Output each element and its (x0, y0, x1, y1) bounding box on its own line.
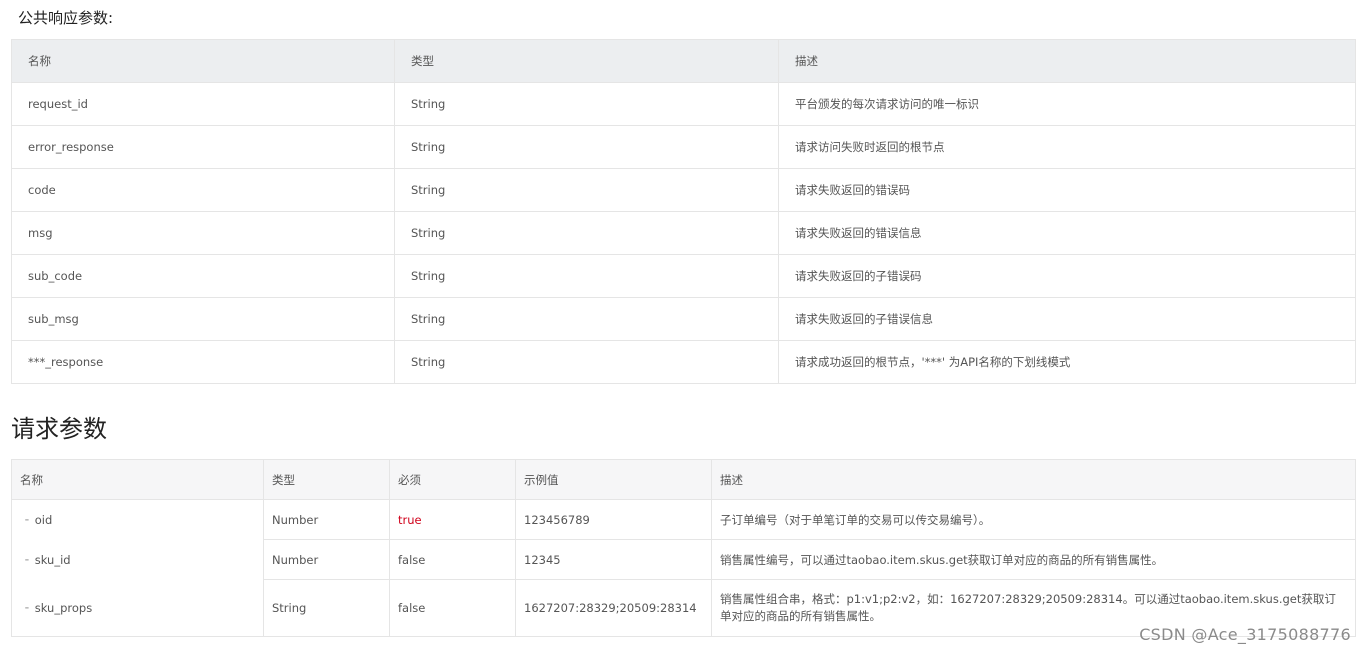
param-required: false (389, 539, 516, 580)
param-example: 1627207:28329;20509:28314 (515, 579, 712, 637)
param-description: 请求访问失败时返回的根节点 (778, 125, 1356, 169)
param-description: 请求失败返回的子错误码 (778, 254, 1356, 298)
param-name: msg (11, 211, 395, 255)
tree-branch-icon: ⁃ (24, 553, 30, 567)
table-row: request_id String 平台颁发的每次请求访问的唯一标识 (11, 82, 1356, 126)
param-name-column: ⁃ oid ⁃ sku_id ⁃ sku_props (11, 499, 264, 637)
column-header-type: 类型 (263, 459, 390, 500)
watermark: CSDN @Ace_3175088776 (1139, 625, 1351, 644)
param-name-sku-props: ⁃ sku_props (24, 601, 92, 615)
request-params-table: 名称 类型 必须 示例值 描述 ⁃ oid ⁃ sku_id ⁃ sku_props … (11, 459, 1356, 637)
param-name: sub_msg (11, 297, 395, 341)
param-name: code (11, 168, 395, 212)
column-header-example: 示例值 (515, 459, 712, 500)
param-type: String (394, 340, 779, 384)
param-description: 请求成功返回的根节点，'***' 为API名称的下划线模式 (778, 340, 1356, 384)
param-type: String (394, 82, 779, 126)
param-name: request_id (11, 82, 395, 126)
param-type: String (394, 168, 779, 212)
param-type: String (394, 125, 779, 169)
column-header-required: 必须 (389, 459, 516, 500)
param-type: String (394, 254, 779, 298)
table-header-row: 名称 类型 必须 示例值 描述 (11, 459, 1356, 500)
table-row: sub_msg String 请求失败返回的子错误信息 (11, 297, 1356, 341)
param-type: String (263, 579, 390, 637)
param-name-sku-id: ⁃ sku_id (24, 553, 71, 567)
param-description: 平台颁发的每次请求访问的唯一标识 (778, 82, 1356, 126)
table-row: sub_code String 请求失败返回的子错误码 (11, 254, 1356, 298)
param-name-oid: ⁃ oid (24, 513, 52, 527)
param-description: 销售属性编号，可以通过taobao.item.skus.get获取订单对应的商品… (711, 539, 1356, 580)
param-type: Number (263, 499, 390, 540)
column-header-name: 名称 (11, 459, 264, 500)
column-header-type: 类型 (394, 39, 779, 83)
param-required: false (389, 579, 516, 637)
tree-branch-icon: ⁃ (24, 513, 30, 527)
table-row: msg String 请求失败返回的错误信息 (11, 211, 1356, 255)
param-name: ***_response (11, 340, 395, 384)
param-name: sku_id (34, 553, 71, 567)
tree-branch-icon: ⁃ (24, 601, 30, 615)
table-row: code String 请求失败返回的错误码 (11, 168, 1356, 212)
public-response-params-title: 公共响应参数: (18, 9, 114, 27)
param-type: Number (263, 539, 390, 580)
param-name: sku_props (34, 601, 93, 615)
table-row: ⁃ oid ⁃ sku_id ⁃ sku_props Number true 1234… (11, 499, 1356, 637)
param-name: error_response (11, 125, 395, 169)
param-name: oid (34, 513, 53, 527)
param-name: sub_code (11, 254, 395, 298)
table-header-row: 名称 类型 描述 (11, 39, 1356, 83)
column-header-description: 描述 (711, 459, 1356, 500)
param-description: 请求失败返回的错误信息 (778, 211, 1356, 255)
param-required: true (389, 499, 516, 540)
param-example: 12345 (515, 539, 712, 580)
column-header-name: 名称 (11, 39, 395, 83)
param-description: 子订单编号（对于单笔订单的交易可以传交易编号）。 (711, 499, 1356, 540)
param-description: 请求失败返回的子错误信息 (778, 297, 1356, 341)
param-type: String (394, 297, 779, 341)
param-example: 123456789 (515, 499, 712, 540)
column-header-description: 描述 (778, 39, 1356, 83)
table-row: error_response String 请求访问失败时返回的根节点 (11, 125, 1356, 169)
table-row: ***_response String 请求成功返回的根节点，'***' 为AP… (11, 340, 1356, 384)
param-description: 请求失败返回的错误码 (778, 168, 1356, 212)
request-params-title: 请求参数 (11, 415, 107, 443)
public-response-params-table: 名称 类型 描述 request_id String 平台颁发的每次请求访问的唯… (11, 39, 1356, 384)
param-type: String (394, 211, 779, 255)
